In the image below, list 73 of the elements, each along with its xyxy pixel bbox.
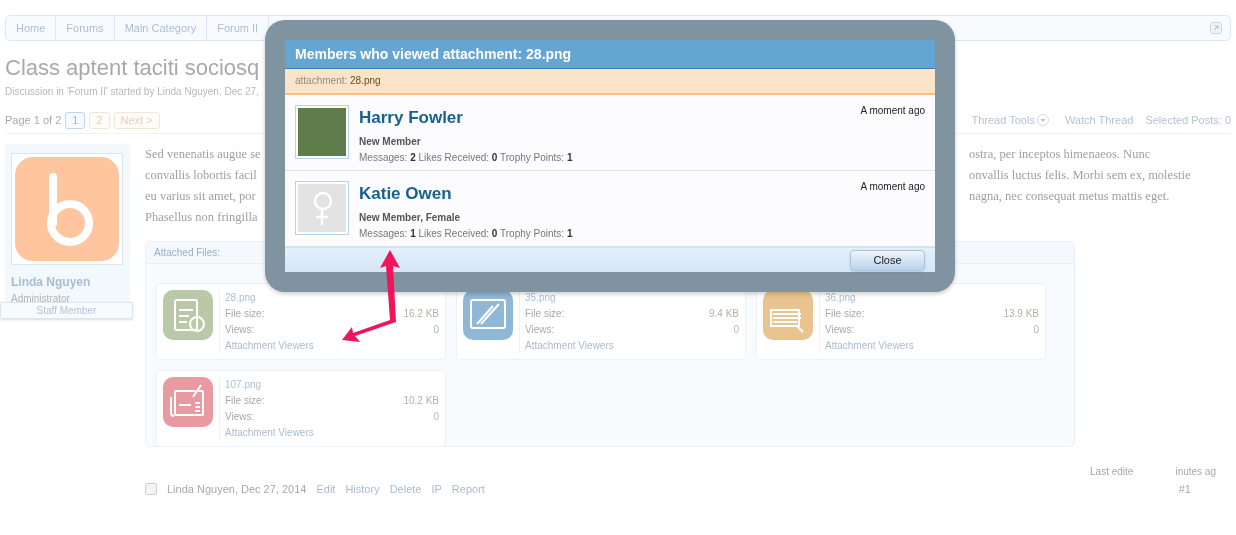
post-author-date: Linda Nguyen, Dec 27, 2014 — [167, 481, 307, 497]
member-stats: Messages: 2 Likes Received: 0 Trophy Points: 1 — [359, 151, 573, 165]
file-size-value: 13.9 KB — [1003, 307, 1039, 321]
file-name-link[interactable]: 28.png — [225, 290, 256, 306]
file-size-label: File size: — [825, 307, 865, 321]
post-text: ostra, per inceptos himenaeos. Nunc — [969, 146, 1151, 163]
file-size-label: File size: — [525, 307, 565, 321]
user-name: Linda Nguyen — [10, 274, 92, 291]
attachment-viewers-link[interactable]: Attachment Viewers — [525, 338, 614, 354]
breadcrumb-link[interactable]: Main Category — [114, 16, 208, 40]
views-value: 0 — [433, 323, 439, 337]
photo-placeholder — [295, 105, 349, 159]
watch-thread-link[interactable]: Watch Thread — [1064, 111, 1134, 129]
post-text: eu varius sit amet, por — [145, 188, 256, 205]
file-name-link[interactable]: 107.png — [225, 377, 262, 393]
post-number: #1 — [1178, 481, 1191, 497]
newspaper-icon — [163, 377, 213, 427]
close-button[interactable]: Close — [850, 249, 925, 271]
edited-note: Last edite — [1090, 465, 1134, 479]
file-size-label: File size: — [225, 307, 265, 321]
thread-meta: Discussion in 'Forum II' started by Linda Nguyen, Dec 27, — [5, 85, 260, 99]
post-text: Sed venenatis augue se — [145, 146, 261, 163]
member-name-link[interactable]: Katie Owen — [359, 183, 452, 205]
file-name-link[interactable]: 35.png — [525, 290, 556, 306]
breadcrumb-link[interactable]: Home — [6, 16, 57, 40]
edited-note: inutes ag — [1175, 465, 1216, 479]
external-link-icon[interactable] — [1210, 22, 1222, 34]
file-size-value: 16.2 KB — [403, 307, 439, 321]
views-label: Views: — [825, 323, 855, 337]
thread-title: Class aptent taciti sociosq — [5, 54, 260, 82]
post-text: convallis lobortis facil — [145, 167, 257, 184]
post-text: onvallis luctus felis. Morbi sem ex, molestie — [969, 167, 1191, 184]
post-text: Phasellus non fringilla — [145, 209, 258, 226]
views-label: Views: — [525, 323, 555, 337]
post-action-link[interactable]: IP — [431, 480, 442, 498]
views-value: 0 — [733, 323, 739, 337]
post-action-link[interactable]: History — [345, 480, 380, 498]
attachment-viewers-link[interactable]: Attachment Viewers — [825, 338, 914, 354]
file-size-value: 9.4 KB — [708, 307, 739, 321]
views-label: Views: — [225, 410, 255, 424]
view-time: A moment ago — [860, 104, 925, 118]
next-page-link[interactable]: Next > — [113, 111, 160, 129]
page-link[interactable]: 1 — [65, 111, 86, 129]
thread-tools-menu[interactable]: Thread Tools — [971, 111, 1049, 129]
file-size-value: 10.2 KB — [403, 394, 439, 408]
post-action-link[interactable]: Report — [451, 480, 485, 498]
view-time: A moment ago — [860, 180, 925, 194]
views-label: Views: — [225, 323, 255, 337]
pen-icon — [463, 290, 513, 340]
member-title: New Member — [359, 135, 421, 149]
views-value: 0 — [1033, 323, 1039, 337]
select-checkbox[interactable] — [145, 483, 157, 495]
selected-posts-link[interactable]: Selected Posts: 0 — [1145, 111, 1231, 129]
file-name-link[interactable]: 36.png — [825, 290, 856, 306]
post-action-link[interactable]: Delete — [389, 480, 422, 498]
member-stats: Messages: 1 Likes Received: 0 Trophy Points: 1 — [359, 227, 573, 241]
page-label: Page 1 of 2 — [5, 112, 62, 128]
breadcrumb-link[interactable]: Forums — [56, 16, 115, 40]
post-text: nagna, nec consequat metus mattis eget. — [969, 188, 1170, 205]
attachment-viewers-link[interactable]: Attachment Viewers — [225, 338, 314, 354]
member-title: New Member, Female — [359, 211, 461, 225]
attachment-subheader: attachment: 28.png — [285, 69, 935, 95]
caret-icon — [1036, 114, 1049, 126]
modal-title: Members who viewed attachment: 28.png — [285, 40, 935, 69]
clipboard-icon — [163, 290, 213, 340]
female-avatar-icon — [295, 181, 349, 235]
attachment-viewers-link[interactable]: Attachment Viewers — [225, 425, 314, 441]
file-size-label: File size: — [225, 394, 265, 408]
page-link[interactable]: 2 — [89, 111, 110, 129]
member-name-link[interactable]: Harry Fowler — [359, 107, 463, 129]
views-value: 0 — [433, 410, 439, 424]
staff-badge: Staff Member — [0, 302, 133, 319]
post-action-link[interactable]: Edit — [316, 480, 336, 498]
